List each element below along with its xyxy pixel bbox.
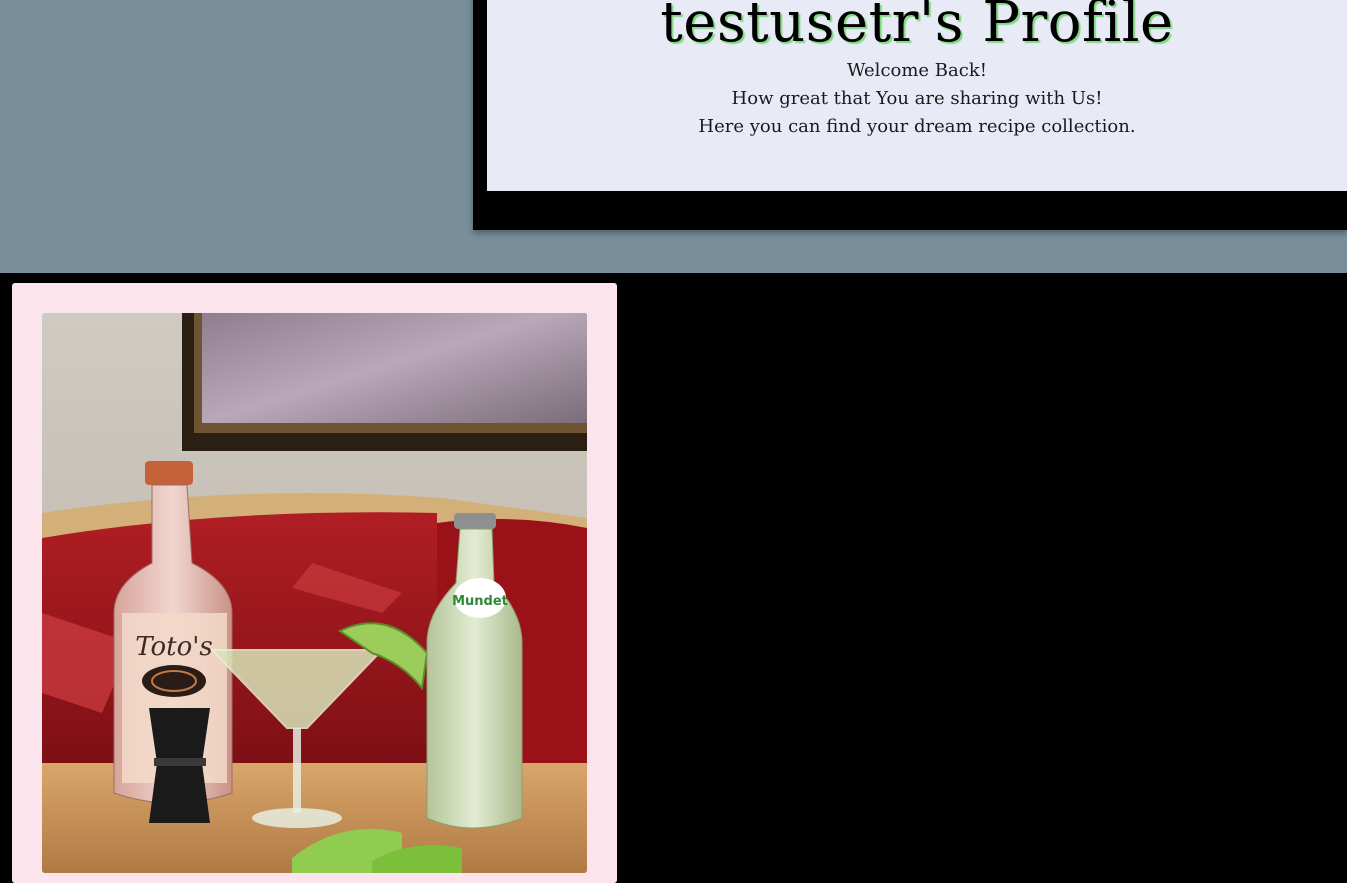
recipe-card[interactable]: Toto's Mundet (12, 283, 617, 883)
profile-header-card: testusetr's Profile Welcome Back! How gr… (487, 0, 1347, 191)
profile-header-frame: testusetr's Profile Welcome Back! How gr… (473, 0, 1347, 230)
bottle-label-right: Mundet (452, 594, 508, 609)
recipe-photo[interactable]: Toto's Mundet (42, 313, 587, 873)
welcome-line: Here you can find your dream recipe coll… (698, 116, 1136, 137)
welcome-line: Welcome Back! (847, 60, 987, 81)
welcome-line: How great that You are sharing with Us! (731, 88, 1103, 109)
welcome-message: Welcome Back! How great that You are sha… (487, 57, 1347, 141)
bottle-label-left: Toto's (135, 632, 213, 662)
cocktail-photo: Toto's Mundet (42, 313, 587, 873)
